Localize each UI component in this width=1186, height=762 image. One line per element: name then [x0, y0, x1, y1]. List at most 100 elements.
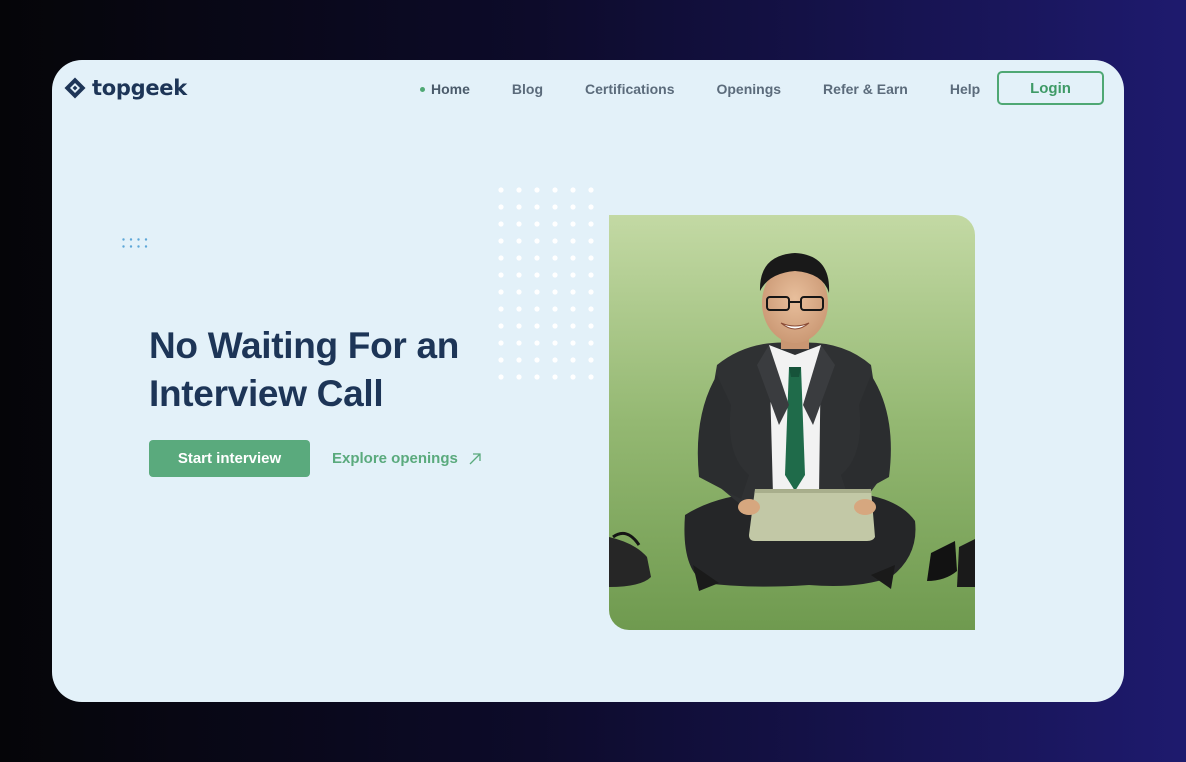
grid-dot: [588, 289, 594, 295]
grid-dot: [498, 323, 504, 329]
decorative-dot-grid: [498, 187, 594, 380]
grid-dot: [534, 357, 540, 363]
grid-dot: [516, 204, 522, 210]
grid-dot: [552, 187, 558, 193]
grid-dot: [498, 204, 504, 210]
grid-dot: [552, 238, 558, 244]
hero-title-line-2: Interview Call: [149, 373, 384, 414]
nav-item-refer-earn[interactable]: Refer & Earn: [823, 81, 908, 97]
nav-item-label: Blog: [511, 81, 544, 97]
grid-dot: [570, 306, 576, 312]
grid-dot: [534, 306, 540, 312]
grid-dot: [552, 204, 558, 210]
grid-dot: [498, 221, 504, 227]
grid-dot: [534, 238, 540, 244]
grid-dot: [588, 323, 594, 329]
grid-dot: [516, 323, 522, 329]
nav-item-label: Openings: [716, 81, 782, 97]
main-nav: Home Blog Certifications Openings Refer …: [420, 81, 980, 97]
nav-item-help[interactable]: Help: [950, 81, 980, 97]
grid-dot: [570, 272, 576, 278]
man-with-laptop-photo: [609, 215, 975, 630]
grid-dot: [552, 289, 558, 295]
grid-dot: [498, 272, 504, 278]
grid-dot: [498, 357, 504, 363]
nav-item-certifications[interactable]: Certifications: [585, 81, 674, 97]
grid-dot: [516, 238, 522, 244]
grid-dot: [534, 289, 540, 295]
grid-dot: [552, 306, 558, 312]
hero-title: No Waiting For an Interview Call: [149, 322, 459, 418]
grid-dot: [570, 340, 576, 346]
grid-dot: [570, 204, 576, 210]
grid-dot: [552, 221, 558, 227]
grid-dot: [498, 306, 504, 312]
grid-dot: [588, 221, 594, 227]
grid-dot: [516, 221, 522, 227]
grid-dot: [516, 340, 522, 346]
grid-dot: [570, 221, 576, 227]
grid-dot: [570, 238, 576, 244]
grid-dot: [534, 340, 540, 346]
grid-dot: [588, 204, 594, 210]
login-button[interactable]: Login: [997, 71, 1104, 105]
grid-dot: [588, 238, 594, 244]
arrow-up-right-icon: [469, 452, 481, 464]
grid-dot: [516, 289, 522, 295]
grid-dot: [588, 374, 594, 380]
nav-item-blog[interactable]: Blog: [512, 81, 543, 97]
grid-dot: [552, 357, 558, 363]
grid-dot: [588, 306, 594, 312]
explore-openings-label: Explore openings: [332, 450, 458, 467]
grid-dot: [498, 340, 504, 346]
grid-dot: [588, 340, 594, 346]
brand-logo[interactable]: topgeek: [63, 76, 187, 100]
grid-dot: [534, 323, 540, 329]
start-interview-button[interactable]: Start interview: [149, 440, 310, 477]
nav-item-label: Certifications: [585, 81, 675, 97]
grid-dot: [516, 306, 522, 312]
explore-openings-link[interactable]: Explore openings: [332, 450, 482, 467]
grid-dot: [552, 255, 558, 261]
brand-name: topgeek: [92, 76, 187, 100]
grid-dot: [516, 357, 522, 363]
grid-dot: [498, 187, 504, 193]
grid-dot: [570, 323, 576, 329]
grid-dot: [570, 374, 576, 380]
grid-dot: [570, 187, 576, 193]
grid-dot: [534, 221, 540, 227]
grid-dot: [516, 255, 522, 261]
grid-dot: [552, 374, 558, 380]
grid-dot: [534, 204, 540, 210]
grid-dot: [588, 187, 594, 193]
grid-dot: [552, 340, 558, 346]
grid-dot: [516, 374, 522, 380]
grid-dot: [534, 187, 540, 193]
nav-item-label: Help: [949, 81, 981, 97]
active-indicator-dot: [420, 86, 425, 92]
grid-dot: [534, 255, 540, 261]
grid-dot: [552, 323, 558, 329]
nav-item-label: Refer & Earn: [823, 81, 908, 97]
nav-item-home[interactable]: Home: [420, 81, 470, 97]
grid-dot: [534, 272, 540, 278]
grid-dot: [570, 357, 576, 363]
grid-dot: [498, 238, 504, 244]
grid-dot: [588, 255, 594, 261]
grid-dot: [534, 374, 540, 380]
decorative-dot-pattern-small: [122, 238, 148, 248]
diamond-logo-icon: [64, 77, 86, 99]
grid-dot: [588, 357, 594, 363]
grid-dot: [516, 272, 522, 278]
grid-dot: [570, 255, 576, 261]
nav-item-openings[interactable]: Openings: [716, 81, 781, 97]
hero-title-line-1: No Waiting For an: [149, 325, 460, 366]
grid-dot: [516, 187, 522, 193]
grid-dot: [498, 289, 504, 295]
grid-dot: [552, 272, 558, 278]
grid-dot: [498, 374, 504, 380]
hero-photo: [609, 215, 975, 630]
grid-dot: [498, 255, 504, 261]
nav-item-label: Home: [431, 81, 470, 97]
grid-dot: [588, 272, 594, 278]
